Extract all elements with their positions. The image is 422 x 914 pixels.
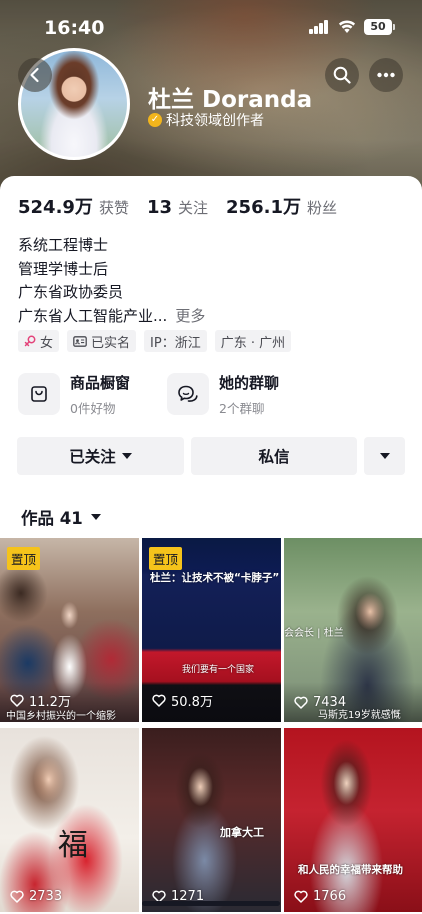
heart-icon [294, 696, 308, 709]
group-chat-icon [178, 385, 198, 402]
like-count-value: 50.8万 [171, 695, 213, 710]
video-thumbnail[interactable]: 和人民的幸福带来帮助 1766 [284, 728, 422, 912]
video-thumbnail[interactable]: 加拿大工 1271 [142, 728, 281, 912]
shop-icon-box [18, 373, 60, 415]
more-dots-icon [377, 72, 395, 78]
caret-down-icon [90, 514, 101, 520]
followed-button[interactable]: 已关注 [17, 437, 184, 475]
wifi-icon [338, 20, 356, 33]
heart-icon [10, 694, 24, 707]
status-time: 16:40 [44, 17, 105, 39]
video-caption: 和人民的幸福带来帮助 [298, 864, 403, 876]
works-tab-label: 作品 41 [21, 509, 83, 528]
heart-icon [10, 890, 24, 903]
likes-count: 524.9万 [18, 197, 93, 218]
recommend-dropdown-button[interactable] [364, 437, 405, 475]
video-subtitle-overlay: 我们要有一个国家 [182, 665, 255, 675]
video-name-overlay: 会会长 | 杜兰 [284, 628, 344, 639]
works-tab[interactable]: 作品 41 [21, 505, 101, 529]
status-bar: 16:40 50 [0, 0, 422, 54]
shopping-bag-icon [31, 386, 47, 402]
bio-line: 系统工程博士 [18, 236, 109, 254]
shop-window-entry[interactable]: 商品橱窗 0件好物 [18, 370, 130, 418]
bio-line: 广东省政协委员 [18, 283, 124, 301]
followed-button-label: 已关注 [69, 448, 116, 466]
bio-line: 管理学博士后 [18, 259, 109, 278]
shop-window-title: 商品橱窗 [70, 373, 131, 392]
video-title-overlay: 杜兰：让技术不被“卡脖子” [150, 572, 280, 584]
following-label[interactable]: 关注 [178, 197, 208, 218]
profile-tags: 女 已实名 IP：浙江 广东 · 广州 [18, 330, 292, 352]
search-icon [333, 66, 351, 84]
bio-line-text: 广东省人工智能产业... [18, 306, 168, 325]
group-chats-count: 2个群聊 [219, 400, 265, 416]
like-count: 1766 [294, 889, 346, 904]
shop-window-count: 0件好物 [70, 400, 116, 416]
profile-bio: 系统工程博士 管理学博士后 广东省政协委员 广东省人工智能产业... 更多 [18, 234, 205, 328]
id-card-icon [73, 335, 87, 347]
followers-count[interactable]: 256.1万 [226, 193, 301, 219]
like-count-value: 2733 [29, 889, 63, 904]
more-options-button[interactable] [369, 58, 403, 92]
profile-name: 杜兰 Doranda [148, 87, 313, 113]
following-count[interactable]: 13 [147, 197, 172, 218]
heart-icon [294, 890, 308, 903]
like-count: 11.2万 [10, 691, 71, 710]
like-count: 2733 [10, 889, 62, 904]
gender-tag: 女 [18, 330, 60, 352]
verification-badge: ✓ 科技领域创作者 [148, 110, 264, 130]
caret-down-icon [379, 453, 390, 459]
group-chat-icon-box [167, 373, 209, 415]
group-chats-entry[interactable]: 她的群聊 2个群聊 [167, 370, 279, 418]
group-chats-title: 她的群聊 [219, 373, 280, 392]
like-count-value: 1766 [313, 889, 347, 904]
like-count: 50.8万 [152, 691, 213, 710]
gender-tag-label: 女 [40, 335, 54, 351]
back-button[interactable] [18, 58, 52, 92]
verification-label: 科技领域创作者 [166, 113, 264, 129]
profile-stats: 524.9万 获赞 13 关注 256.1万 粉丝 [18, 193, 355, 219]
ip-location-tag: IP：浙江 [144, 330, 207, 352]
bio-line: 广东省人工智能产业... 更多 [18, 305, 205, 329]
like-count-value: 7434 [313, 695, 347, 710]
message-button-label: 私信 [258, 448, 290, 466]
real-name-tag-label: 已实名 [91, 335, 131, 351]
cellular-signal-icon [309, 20, 329, 34]
caret-down-icon [121, 453, 132, 459]
video-thumbnail[interactable]: 置顶 中国乡村振兴的一个缩影 11.2万 [0, 538, 139, 722]
video-name-overlay: 加拿大工 [220, 826, 264, 839]
followers-label[interactable]: 粉丝 [307, 197, 337, 218]
video-thumbnail[interactable]: 福 2733 [0, 728, 139, 912]
like-count-value: 11.2万 [29, 695, 71, 710]
pinned-badge: 置顶 [7, 547, 41, 570]
heart-icon [152, 694, 166, 707]
message-button[interactable]: 私信 [191, 437, 357, 475]
region-tag: 广东 · 广州 [214, 330, 292, 352]
verified-check-icon: ✓ [148, 113, 162, 127]
pinned-badge: 置顶 [149, 547, 183, 570]
search-button[interactable] [325, 58, 359, 92]
home-indicator[interactable] [142, 901, 280, 906]
video-thumbnail[interactable]: 置顶 杜兰：让技术不被“卡脖子” 我们要有一个国家 50.8万 [142, 538, 281, 722]
likes-label: 获赞 [98, 199, 129, 217]
battery-icon: 50 [364, 19, 395, 35]
bio-more-link[interactable]: 更多 [175, 307, 205, 325]
like-count: 7434 [294, 695, 346, 710]
video-thumbnail[interactable]: 会会长 | 杜兰 马斯克19岁就感慨 7434 [284, 538, 422, 722]
fu-character-art: 福 [58, 828, 88, 863]
chevron-left-icon [30, 67, 39, 83]
real-name-tag: 已实名 [67, 330, 137, 352]
female-icon [24, 335, 36, 347]
